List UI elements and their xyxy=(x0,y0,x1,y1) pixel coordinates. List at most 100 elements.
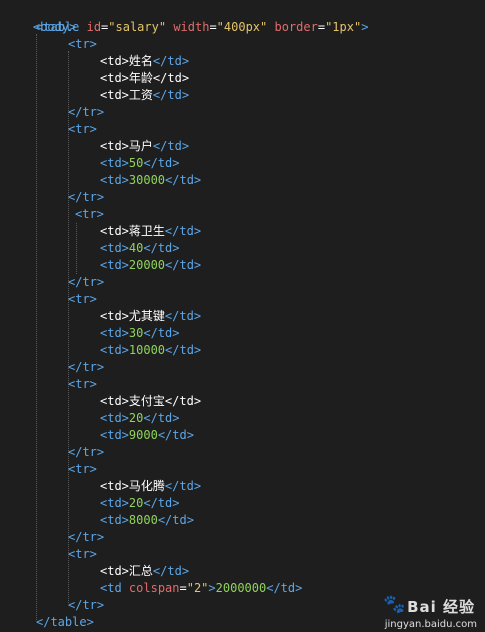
td-open-tag: <td> xyxy=(100,343,129,357)
table-id-attr: id xyxy=(86,20,102,34)
code-line-td: <td>工资</td> xyxy=(100,87,189,104)
tr-close-tag: </tr> xyxy=(68,530,105,544)
cell-text: 马户 xyxy=(128,139,153,153)
code-line-tr-close: </tr> xyxy=(68,189,104,206)
code-line-td: <td>10000</td> xyxy=(100,342,201,359)
code-line-td: <td>30</td> xyxy=(100,325,179,342)
code-line-tr-open: <tr> xyxy=(68,376,97,393)
cell-text: 姓名 xyxy=(128,54,153,68)
cell-number: 20 xyxy=(128,496,144,510)
baidu-jingyan-watermark: 🐾 Bai 经验 jingyan.baidu.com xyxy=(349,594,479,630)
code-line-tr-open: <tr> xyxy=(68,36,97,53)
colspan-value: "2" xyxy=(186,581,209,595)
code-line-tr-close: </tr> xyxy=(68,529,104,546)
td-close-tag: </td> xyxy=(165,173,202,187)
td-close-tag: </td> xyxy=(164,309,202,323)
td-close-tag: </td> xyxy=(164,479,202,493)
cell-number: 10000 xyxy=(128,343,166,357)
table-border-value: "1px" xyxy=(325,20,362,34)
td-close-tag: </td> xyxy=(164,394,202,408)
table-id-value: "salary" xyxy=(108,20,167,34)
tr-close-tag: </tr> xyxy=(68,190,105,204)
code-line-td: <td>年龄</td> xyxy=(100,70,189,87)
code-line-td: <td>20000</td> xyxy=(100,257,201,274)
td-close-tag: </td> xyxy=(152,54,190,68)
td-open-tag: <td> xyxy=(100,258,129,272)
cell-text: 年龄 xyxy=(128,71,153,85)
cell-number: 20 xyxy=(128,411,144,425)
td-close-tag: </td> xyxy=(164,224,202,238)
cell-text: 马化腾 xyxy=(128,479,165,493)
code-line-td: <td>9000</td> xyxy=(100,427,194,444)
code-line-td: <td>20</td> xyxy=(100,410,179,427)
tr-open-tag: <tr> xyxy=(68,122,97,136)
code-line-td: <td>马化腾</td> xyxy=(100,478,201,495)
td-close-tag: </td> xyxy=(152,88,190,102)
td-open-tag: <td> xyxy=(100,224,129,238)
table-width-attr: width xyxy=(173,20,210,34)
code-line-td: <td>30000</td> xyxy=(100,172,201,189)
code-line-tr-close: </tr> xyxy=(68,444,104,461)
code-line-tr-close: </tr> xyxy=(68,359,104,376)
code-line-td: <td>马户</td> xyxy=(100,138,189,155)
cell-text: 支付宝 xyxy=(128,394,165,408)
equals-sign: = xyxy=(179,581,187,595)
equals-sign: = xyxy=(209,20,217,34)
td-close-tag: </td> xyxy=(165,343,202,357)
td-close-tag: </td> xyxy=(157,513,194,527)
td-open-tag: <td> xyxy=(100,513,129,527)
table-border-attr: border xyxy=(274,20,318,34)
td-open-tag: <td> xyxy=(100,139,129,153)
code-editor: <body> <table id="salary" width="400px" … xyxy=(0,0,485,632)
td-open-tag: <td> xyxy=(100,241,129,255)
td-open-tag: <td> xyxy=(100,309,129,323)
code-line-td-colspan: <td colspan="2">2000000</td> xyxy=(100,580,302,597)
code-line-tr-open: <tr> xyxy=(68,461,97,478)
code-line-tr-close: </tr> xyxy=(68,274,104,291)
td-close-tag: </td> xyxy=(152,139,190,153)
cell-number: 8000 xyxy=(128,513,158,527)
indent-guide-table xyxy=(36,34,37,620)
td-open-tag: <td> xyxy=(100,71,129,85)
cell-number: 30000 xyxy=(128,173,166,187)
tr-open-tag: <tr> xyxy=(68,547,97,561)
summary-value: 2000000 xyxy=(215,581,267,595)
tag-end: > xyxy=(208,581,216,595)
td-open-tag: <td> xyxy=(100,54,129,68)
code-line-tr-open: <tr> xyxy=(75,206,104,223)
table-open-end: > xyxy=(361,20,369,34)
watermark-site: jingyan.baidu.com xyxy=(384,619,477,630)
cell-number: 30 xyxy=(128,326,144,340)
code-line-tr-close: </tr> xyxy=(68,597,104,614)
code-line-td: <td>8000</td> xyxy=(100,512,194,529)
td-close-tag: </td> xyxy=(143,496,180,510)
tr-open-tag: <tr> xyxy=(68,292,97,306)
td-close-tag: </td> xyxy=(152,71,190,85)
table-open-tag: <table xyxy=(36,20,80,34)
td-open-tag: <td> xyxy=(100,564,129,578)
table-width-value: "400px" xyxy=(216,20,268,34)
table-close-tag: </table> xyxy=(36,615,94,629)
cell-text: 蒋卫生 xyxy=(128,224,165,238)
td-close-tag: </td> xyxy=(266,581,303,595)
tr-close-tag: </tr> xyxy=(68,105,105,119)
tr-close-tag: </tr> xyxy=(68,275,105,289)
td-open-tag: <td> xyxy=(100,88,129,102)
td-open-tag: <td> xyxy=(100,173,129,187)
code-line-body-open: <body> xyxy=(4,2,76,34)
code-line-tr-open: <tr> xyxy=(68,291,97,308)
td-open-tag: <td> xyxy=(100,496,129,510)
tr-close-tag: </tr> xyxy=(68,360,105,374)
baidu-paw-icon: 🐾 xyxy=(383,594,406,615)
td-open-attr-start: <td xyxy=(100,581,122,595)
td-open-tag: <td> xyxy=(100,479,129,493)
tr-close-tag: </tr> xyxy=(68,598,105,612)
code-line-td: <td>20</td> xyxy=(100,495,179,512)
code-line-td: <td>汇总</td> xyxy=(100,563,189,580)
td-open-tag: <td> xyxy=(100,394,129,408)
td-close-tag: </td> xyxy=(152,564,190,578)
code-line-td: <td>姓名</td> xyxy=(100,53,189,70)
td-close-tag: </td> xyxy=(143,156,180,170)
td-open-tag: <td> xyxy=(100,156,129,170)
td-open-tag: <td> xyxy=(100,428,129,442)
